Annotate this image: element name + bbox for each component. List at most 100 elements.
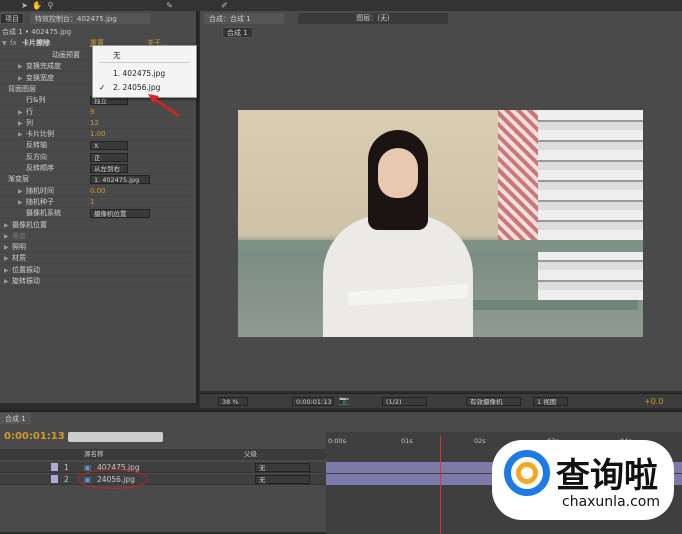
effect-property-row[interactable]: 摄像机系统 摄像机位置 <box>0 208 190 220</box>
property-label: 反转顺序 <box>26 164 54 172</box>
watermark-logo: 查询啦 chaxunla.com <box>492 440 674 520</box>
property-value[interactable]: 1.00 <box>90 129 106 140</box>
expand-triangle-icon[interactable]: ▶ <box>18 107 23 118</box>
effect-property-row[interactable]: ▶ 卡片比例 1.00 <box>0 129 190 141</box>
tab-effect-controls[interactable]: 特效控制台：402475.jpg <box>30 13 150 24</box>
camera-select[interactable]: 有效摄像机 <box>466 397 521 406</box>
expand-triangle-icon[interactable]: ▶ <box>18 129 23 140</box>
expand-triangle-icon[interactable]: ▶ <box>4 253 9 264</box>
effect-property-row[interactable]: 反转轴 X <box>0 140 190 152</box>
selection-tool-icon[interactable]: ➤ <box>20 1 29 10</box>
property-select[interactable]: 从左到右 <box>90 164 128 173</box>
tab-project[interactable]: 项目 <box>0 13 24 24</box>
effect-property-row[interactable]: ▶ 随机时间 0.00 <box>0 186 190 197</box>
layer-row[interactable]: 2 ▣ 24056.jpg 无 <box>0 474 326 485</box>
snapshot-icon[interactable]: 📷 <box>339 396 349 405</box>
property-label: 位置振动 <box>12 265 40 274</box>
pen-tool-icon[interactable]: ✎ <box>165 1 174 10</box>
hand-tool-icon[interactable]: ✋ <box>32 1 42 10</box>
property-label: 背面图层 <box>8 84 36 93</box>
effect-property-row[interactable]: ▶ 照明 <box>0 242 190 254</box>
effect-property-row[interactable]: ▶ 角度 <box>0 231 190 242</box>
property-value[interactable]: 0.00 <box>90 186 106 197</box>
property-label: 照明 <box>12 243 26 252</box>
effect-property-row[interactable]: 反转顺序 从左到右 <box>0 163 190 174</box>
parent-select[interactable]: 无 <box>255 475 310 484</box>
exposure-value[interactable]: +0.0 <box>644 397 663 406</box>
source-name-header: 源名称 <box>84 450 104 458</box>
property-value[interactable]: 1 <box>90 197 94 208</box>
check-icon: ✓ <box>99 83 106 92</box>
property-label: 摄像机系统 <box>26 209 61 218</box>
tab-timeline-comp[interactable]: 合成 1 <box>0 413 31 424</box>
resolution-select[interactable]: (1/2) <box>382 397 427 406</box>
parent-select[interactable]: 无 <box>255 463 310 472</box>
ruler-tick-label: 02s <box>474 437 486 445</box>
menu-divider <box>99 62 190 63</box>
expand-triangle-icon[interactable]: ▶ <box>18 61 23 72</box>
ruler-tick-label: 01s <box>401 437 413 445</box>
property-select[interactable]: 摄像机位置 <box>90 209 150 219</box>
effect-property-row[interactable]: ▶ 位置振动 <box>0 265 190 276</box>
menu-item-24056[interactable]: 2. 24056.jpg <box>113 83 160 92</box>
menu-item-402475[interactable]: 1. 402475.jpg <box>113 69 165 78</box>
comp-label[interactable]: 合成 1 <box>222 27 253 38</box>
expand-triangle-icon[interactable]: ▶ <box>4 276 9 287</box>
zoom-tool-icon[interactable]: ⚲ <box>46 1 55 10</box>
parent-header: 父级 <box>244 450 257 458</box>
tab-composition[interactable]: 合成：合成 1 <box>204 13 284 24</box>
zoom-select[interactable]: 38 % <box>218 397 248 406</box>
property-label: 旋转振动 <box>12 277 40 285</box>
property-label: 角度 <box>12 231 26 240</box>
brush-tool-icon[interactable]: ✐ <box>220 1 229 10</box>
layer-row[interactable]: 1 ▣ 402475.jpg 无 <box>0 462 326 473</box>
views-select[interactable]: 1 视图 <box>533 397 568 406</box>
layer-column-header: 源名称 父级 <box>0 449 326 460</box>
viewer-controls-bar: 38 % 0:00:01:13 📷 (1/2) 有效摄像机 1 视图 +0.0 <box>200 393 682 408</box>
composition-preview-image <box>238 110 643 337</box>
property-value[interactable]: 9 <box>90 107 94 118</box>
property-value[interactable]: 12 <box>90 118 99 129</box>
timeline-timecode[interactable]: 0:00:01:13 <box>4 431 65 442</box>
breadcrumb: 合成 1 • 402475.jpg <box>2 28 72 36</box>
current-time-indicator[interactable] <box>440 436 441 534</box>
current-time-display[interactable]: 0:00:01:13 <box>292 397 334 406</box>
expand-triangle-icon[interactable]: ▶ <box>4 231 9 242</box>
expand-triangle-icon[interactable]: ▶ <box>4 265 9 276</box>
property-label: 材质 <box>12 254 26 263</box>
effect-property-row[interactable]: ▶ 旋转振动 <box>0 276 190 287</box>
property-label: 列 <box>26 118 33 127</box>
expand-triangle-icon[interactable]: ▶ <box>18 197 23 208</box>
ruler-tick-label: 0:00s <box>328 437 346 445</box>
property-label: 反转轴 <box>26 141 47 150</box>
property-label: 随机时间 <box>26 186 54 195</box>
property-label: 摄像机位置 <box>12 220 47 229</box>
property-label: 行&列 <box>26 96 46 105</box>
layer-dropdown-menu[interactable]: 无 1. 402475.jpg ✓ 2. 24056.jpg <box>92 45 197 98</box>
effect-property-row[interactable]: ▶ 摄像机位置 <box>0 220 190 231</box>
property-select[interactable]: 1. 402475.jpg <box>90 175 150 185</box>
expand-triangle-icon[interactable]: ▶ <box>18 118 23 129</box>
property-label: 变换宽度 <box>26 73 54 82</box>
property-label: 渐变层 <box>8 175 29 184</box>
effect-property-row[interactable]: ▶ 材质 <box>0 253 190 265</box>
effect-property-row[interactable]: 渐变层 1. 402475.jpg <box>0 174 190 186</box>
property-label: 反方向 <box>26 152 47 161</box>
search-input[interactable] <box>68 432 163 442</box>
effect-property-row[interactable]: ▶ 随机种子 1 <box>0 197 190 208</box>
property-label: 随机种子 <box>26 197 54 206</box>
toolbar: ➤ ✋ ⚲ ✎ ✐ <box>0 0 682 11</box>
property-label: 动画预置 <box>52 51 80 59</box>
expand-triangle-icon[interactable]: ▶ <box>4 220 9 231</box>
property-select[interactable]: X <box>90 141 128 151</box>
expand-triangle-icon[interactable]: ▶ <box>18 186 23 197</box>
red-arrow-annotation <box>148 94 180 118</box>
tab-layer[interactable]: 图层：(无) <box>298 13 448 24</box>
red-circle-annotation <box>78 469 148 489</box>
expand-triangle-icon[interactable]: ▶ <box>18 73 23 84</box>
menu-item-none[interactable]: 无 <box>113 50 121 61</box>
property-select[interactable]: 正 <box>90 152 128 162</box>
expand-triangle-icon[interactable]: ▶ <box>4 242 9 253</box>
property-label: 卡片比例 <box>26 130 54 139</box>
effect-property-row[interactable]: 反方向 正 <box>0 152 190 163</box>
